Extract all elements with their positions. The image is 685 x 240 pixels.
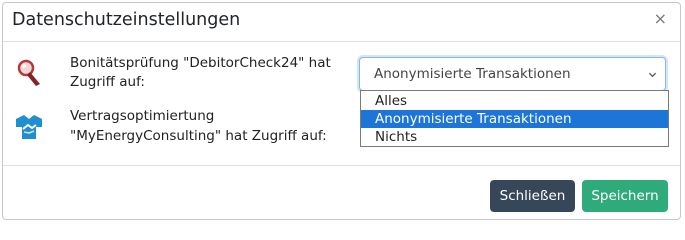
magnifier-icon [16,58,44,88]
access-level-dropdown: Alles Anonymisierte Transaktionen Nichts [360,90,669,147]
chevron-down-icon [648,72,657,78]
row-1-label-line1: Bonitätsprüfung "DebitorCheck24" hat [70,55,331,71]
access-level-select-value: Anonymisierte Transaktionen [374,66,571,82]
dialog-footer: Schließen Speichern [3,165,680,219]
handshake-icon [14,113,44,141]
privacy-settings-dialog: Datenschutzeinstellungen × Bonitätsprüfu… [2,2,681,220]
dialog-title: Datenschutzeinstellungen [12,10,241,30]
row-2-label-line2: "MyEnergyConsulting" hat Zugriff auf: [70,128,327,144]
access-level-select[interactable]: Anonymisierte Transaktionen [359,57,666,91]
option-anonymisierte-transaktionen[interactable]: Anonymisierte Transaktionen [361,110,668,128]
option-alles[interactable]: Alles [361,92,668,110]
option-nichts[interactable]: Nichts [361,128,668,146]
row-1-label-line2: Zugriff auf: [70,74,145,90]
dialog-header: Datenschutzeinstellungen × [3,3,680,42]
close-icon[interactable]: × [654,11,667,27]
save-button[interactable]: Speichern [582,180,668,212]
row-2-label-line1: Vertragsoptimiertung [70,108,215,124]
close-button[interactable]: Schließen [490,180,575,212]
